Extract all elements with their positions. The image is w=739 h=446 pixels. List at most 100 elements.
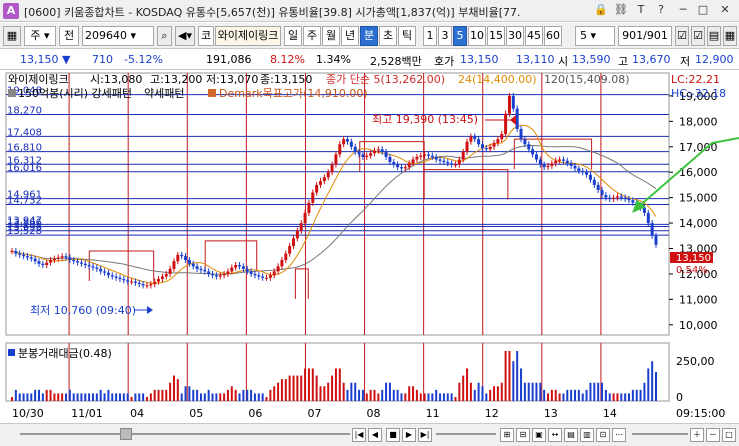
interval-input[interactable]: 5 ▾ [575,26,615,46]
help-icon[interactable]: ? [652,2,670,19]
candle-body [76,261,80,263]
volume-bar [624,393,627,401]
expand-icon[interactable]: ▤ [707,26,721,46]
volume-bar [554,389,557,401]
search-code-button[interactable]: 코 [198,26,214,46]
volume-bar [631,389,634,401]
interval-button[interactable]: 3 [438,26,452,46]
candle-body [561,159,565,161]
interval-button[interactable]: 60 [544,26,562,46]
volume-bar [215,393,218,401]
tag-t-icon[interactable]: T [632,2,650,19]
checkbox-b[interactable]: ☑ [691,26,705,46]
tool-icon-d[interactable]: ↔ [548,428,562,442]
period-button[interactable]: 주 [303,26,321,46]
candle-body [114,276,118,278]
volume-bar [442,393,445,401]
interval-button[interactable]: 15 [487,26,505,46]
period-button[interactable]: 분 [360,26,378,46]
grid-menu-icon[interactable]: ▦ [3,26,21,46]
close-icon[interactable]: ✕ [716,2,734,19]
low-value: 12,900 [695,53,734,66]
candle-body [118,277,122,280]
volume-bar [504,351,507,401]
zoom-track [436,433,496,435]
candle-body [187,259,191,264]
tool-icon-b[interactable]: ⊟ [516,428,530,442]
legend-pattern-strong: 150억봉(시리) 강세패턴 [18,87,132,100]
scroll-track [20,433,350,435]
tool-icon-c[interactable]: ▣ [532,428,546,442]
search-icon[interactable]: ⌕ [157,26,172,46]
first-page-button[interactable]: |◀ [352,428,366,442]
legend-ma24: 24(14,400.00) [458,73,537,86]
candle-body [276,266,280,272]
stop-button[interactable]: ■ [386,428,400,442]
volume-bar [589,382,592,401]
price-chart[interactable]: 19,04818,27017,40816,81016,31216,01614,9… [0,71,739,423]
candle-body [608,197,612,199]
play-button[interactable]: ▶ [402,428,416,442]
period-button[interactable]: 틱 [398,26,416,46]
candle-body [25,256,29,258]
volume-bar [354,382,357,401]
tool-icon-f[interactable]: ▥ [580,428,594,442]
prev-page-button[interactable]: ◀ [368,428,382,442]
tool-icon-e[interactable]: ▤ [564,428,578,442]
stock-code-input[interactable]: 209640 ▾ [82,26,154,46]
grid-icon[interactable]: ▦ [723,26,737,46]
period-button[interactable]: 초 [379,26,397,46]
volume-bar [585,389,588,401]
y-tick-label: 15,000 [679,192,718,205]
period-button[interactable]: 월 [322,26,340,46]
minimize-icon[interactable]: ─ [674,2,692,19]
candle-body [299,223,303,231]
candle-body [110,275,114,277]
interval-button[interactable]: 1 [423,26,437,46]
volume-bar [516,351,519,401]
volume-bar [95,393,98,401]
tool-icon-g[interactable]: ⊡ [596,428,610,442]
volume-bar [643,382,646,401]
candle-body [157,279,161,282]
app-icon: A [3,3,19,19]
stock-code-value: 209640 [85,29,127,42]
chart-area[interactable]: 19,048 18,270 17,408 16,810 16,312 16,016 14,9… [0,71,739,423]
interval-button[interactable]: 30 [506,26,524,46]
candle-body [284,253,288,260]
candle-body [334,154,338,165]
lock-icon[interactable]: 🔒 [592,2,610,19]
last-page-button[interactable]: ▶| [418,428,432,442]
zoom-in-button[interactable]: ＋ [690,428,704,442]
price-axis: 19,00018,00017,00016,00015,00014,00013,0… [669,90,718,332]
stock-name-field[interactable]: 와이제이링크 [215,26,281,46]
candle-body [222,273,226,276]
volume-bar [226,389,229,401]
prev-button[interactable]: 전 [59,26,79,46]
zoom-full-button[interactable]: □ [722,428,736,442]
volume-bar [199,393,202,401]
interval-button[interactable]: 10 [468,26,486,46]
market-mode-select[interactable]: 주 ▾ [24,26,56,46]
candle-body [403,167,407,169]
volume-bar [628,393,631,401]
volume-bar [145,397,148,401]
link-icon[interactable]: ⛓ [612,2,630,19]
scroll-thumb[interactable] [120,428,132,440]
period-button[interactable]: 년 [341,26,359,46]
candle-body [29,257,33,259]
volume-bar [500,382,503,401]
interval-button[interactable]: 5 [453,26,467,46]
candle-body [199,268,203,271]
maximize-icon[interactable]: □ [694,2,712,19]
tool-icon-a[interactable]: ⊞ [500,428,514,442]
zoom-out-button[interactable]: － [706,428,720,442]
interval-button[interactable]: 45 [525,26,543,46]
volume-bar [319,386,322,401]
candle-body [419,155,423,157]
checkbox-a[interactable]: ☑ [675,26,689,46]
sound-icon[interactable]: ◀▾ [175,26,195,46]
period-button[interactable]: 일 [284,26,302,46]
candle-body [504,113,508,135]
tool-icon-h[interactable]: ⋯ [612,428,626,442]
